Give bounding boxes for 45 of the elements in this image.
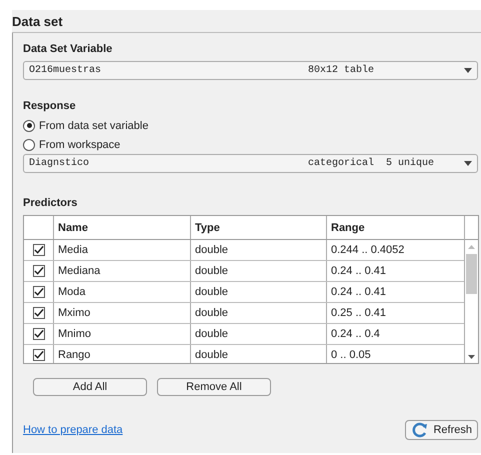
checkbox[interactable] xyxy=(32,286,44,298)
radio-label: From workspace xyxy=(39,138,120,150)
radio-option[interactable]: From data set variable xyxy=(23,116,478,135)
checkbox[interactable] xyxy=(32,244,44,256)
section-label: Response xyxy=(23,100,77,112)
section-label: Data Set Variable xyxy=(23,43,114,55)
table-cell-text: 0.24 .. 0.41 xyxy=(330,285,388,300)
table-cell: double xyxy=(191,345,327,363)
column-header: Range xyxy=(330,220,366,236)
table-cell-text: 0 .. 0.05 xyxy=(330,348,372,363)
checkbox[interactable] xyxy=(32,349,44,361)
checkbox[interactable] xyxy=(32,307,44,319)
panel-title: Data set xyxy=(12,10,481,33)
refresh-icon xyxy=(411,422,430,438)
table-cell: Rango xyxy=(54,345,191,363)
dataset-dropdown[interactable]: O216muestras 80x12 table xyxy=(23,61,478,80)
table-cell: double xyxy=(191,303,327,323)
checkbox[interactable] xyxy=(32,328,44,340)
table-cell: double xyxy=(191,240,327,260)
caret-icon xyxy=(464,161,472,166)
table-cell: Mnimo xyxy=(54,324,191,344)
radio-label: From data set variable xyxy=(39,120,148,132)
table-cell: Moda xyxy=(54,282,191,302)
scroll-down-icon[interactable] xyxy=(468,355,475,359)
column-header: Name xyxy=(54,216,191,239)
table-action-button[interactable]: Add All xyxy=(33,378,147,396)
caret-icon xyxy=(464,68,472,73)
table-cell: double xyxy=(191,282,327,302)
checkbox[interactable] xyxy=(32,265,44,277)
table-cell: Media xyxy=(54,240,191,260)
table-cell-text: 0.25 .. 0.41 xyxy=(330,306,388,321)
help-link[interactable]: How to prepare data xyxy=(23,424,123,436)
table-cell-text: 0.244 .. 0.4052 xyxy=(330,243,406,258)
table-cell: double xyxy=(191,261,327,281)
table-cell: Mediana xyxy=(54,261,191,281)
response-dropdown[interactable]: Diagnstico categorical 5 unique xyxy=(23,154,478,173)
table-cell-text: 0.24 .. 0.41 xyxy=(330,264,388,279)
table-cell: double xyxy=(191,324,327,344)
column-header: Type xyxy=(191,216,327,239)
refresh-button[interactable]: Refresh xyxy=(405,420,478,440)
section-label: Predictors xyxy=(23,197,78,209)
radio-option[interactable]: From workspace xyxy=(23,135,478,154)
table-action-button[interactable]: Remove All xyxy=(157,378,271,396)
table-cell: Mximo xyxy=(54,303,191,323)
table-cell-text: 0.24 .. 0.4 xyxy=(330,327,381,342)
